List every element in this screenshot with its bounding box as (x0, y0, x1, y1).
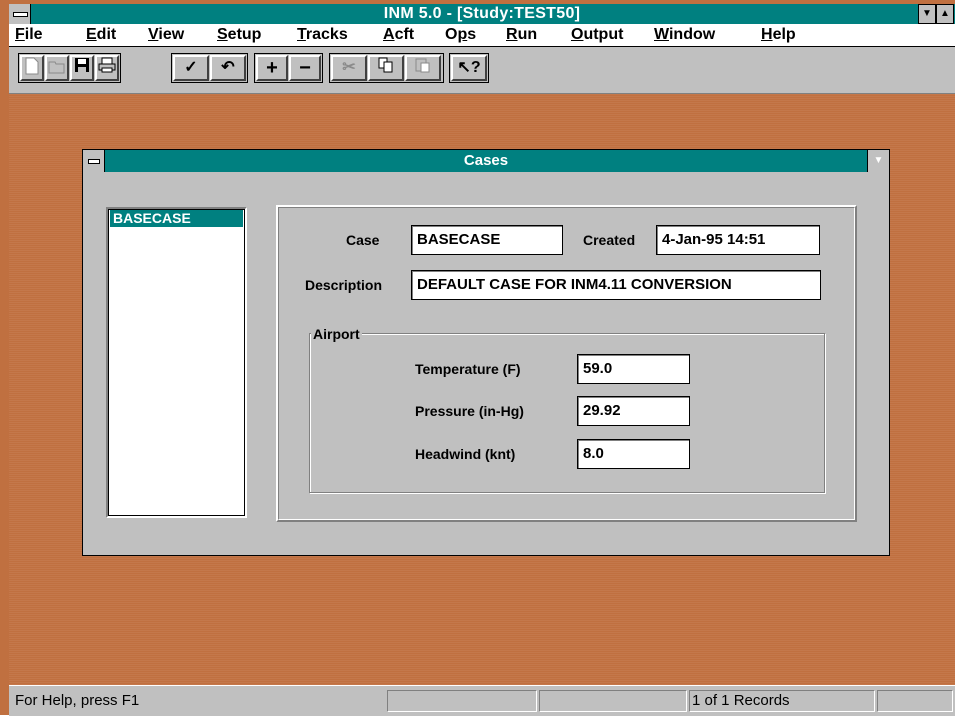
paste-icon[interactable] (405, 55, 441, 81)
status-bar: For Help, press F1 1 of 1 Records (9, 685, 955, 716)
airport-label: Airport (311, 326, 362, 342)
cases-titlebar[interactable]: Cases ▼ (83, 150, 889, 172)
description-field[interactable]: DEFAULT CASE FOR INM4.11 CONVERSION (411, 270, 821, 300)
status-records: 1 of 1 Records (692, 692, 790, 709)
menu-tracks[interactable]: Tracks (297, 26, 348, 44)
app-title: INM 5.0 - [Study:TEST50] (383, 5, 581, 22)
dialog-title: Cases (463, 152, 509, 169)
cases-dialog: Cases ▼ BASECASE Case BASECASE Created 4… (82, 149, 890, 556)
airport-group (309, 333, 825, 493)
open-icon[interactable] (45, 55, 69, 81)
main-titlebar[interactable]: INM 5.0 - [Study:TEST50] ▼ ▲ (9, 4, 955, 24)
check-icon[interactable]: ✓ (173, 55, 209, 81)
case-field[interactable]: BASECASE (411, 225, 563, 255)
cut-icon[interactable]: ✂ (331, 55, 367, 81)
temperature-label: Temperature (F) (415, 361, 521, 377)
menu-bar: File Edit View Setup Tracks Acft Ops Run… (9, 24, 955, 47)
copy-icon[interactable] (368, 55, 404, 81)
help-pointer-icon[interactable]: ↖? (451, 55, 487, 81)
pressure-label: Pressure (in-Hg) (415, 403, 524, 419)
list-item[interactable]: BASECASE (110, 210, 243, 227)
remove-icon[interactable]: − (289, 55, 321, 81)
status-panel-4 (877, 690, 953, 712)
menu-acft[interactable]: Acft (383, 26, 414, 44)
inm-main-window: INM 5.0 - [Study:TEST50] ▼ ▲ File Edit V… (0, 0, 955, 716)
headwind-field[interactable]: 8.0 (577, 439, 690, 469)
print-icon[interactable] (95, 55, 119, 81)
menu-help[interactable]: Help (761, 26, 796, 44)
new-icon[interactable] (20, 55, 44, 81)
created-field[interactable]: 4-Jan-95 14:51 (656, 225, 820, 255)
menu-setup[interactable]: Setup (217, 26, 261, 44)
maximize-icon[interactable]: ▲ (936, 4, 954, 24)
save-icon[interactable] (70, 55, 94, 81)
temperature-field[interactable]: 59.0 (577, 354, 690, 384)
case-label: Case (346, 232, 380, 248)
menu-output[interactable]: Output (571, 26, 623, 44)
menu-ops[interactable]: Ops (445, 26, 476, 44)
dialog-minimize-icon[interactable]: ▼ (867, 150, 889, 172)
pressure-field[interactable]: 29.92 (577, 396, 690, 426)
cases-list[interactable]: BASECASE (106, 207, 247, 518)
description-label: Description (305, 277, 383, 293)
add-icon[interactable]: + (256, 55, 288, 81)
minimize-icon[interactable]: ▼ (918, 4, 936, 24)
menu-edit[interactable]: Edit (86, 26, 116, 44)
status-help-text: For Help, press F1 (15, 692, 140, 709)
menu-view[interactable]: View (148, 26, 184, 44)
undo-icon[interactable]: ↶ (210, 55, 246, 81)
toolbar: ✓ ↶ + − ✂ ↖? (9, 47, 955, 94)
created-label: Created (583, 232, 636, 248)
status-panel-1 (387, 690, 537, 712)
menu-run[interactable]: Run (506, 26, 537, 44)
dialog-system-menu-icon[interactable] (83, 150, 105, 172)
menu-file[interactable]: File (15, 26, 43, 44)
headwind-label: Headwind (knt) (415, 446, 516, 462)
status-panel-2 (539, 690, 687, 712)
status-records-panel: 1 of 1 Records (689, 690, 875, 712)
menu-window[interactable]: Window (654, 26, 715, 44)
